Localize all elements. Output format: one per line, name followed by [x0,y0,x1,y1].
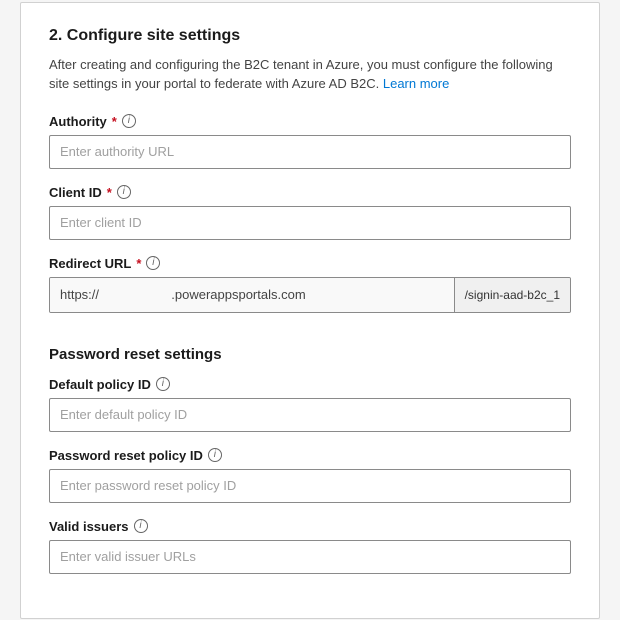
valid-issuers-label: Valid issuers i [49,519,571,534]
section-description: After creating and configuring the B2C t… [49,55,571,94]
learn-more-link[interactable]: Learn more [383,76,449,91]
client-id-input[interactable] [49,206,571,240]
authority-required-star: * [112,114,117,129]
password-reset-section-title: Password reset settings [49,346,571,363]
client-id-info-icon[interactable]: i [117,185,131,199]
authority-field-group: Authority * i [49,114,571,169]
redirect-url-suffix: /signin-aad-b2c_1 [454,278,570,312]
client-id-field-group: Client ID * i [49,185,571,240]
redirect-url-label: Redirect URL * i [49,256,571,271]
configure-site-settings-card: 2. Configure site settings After creatin… [20,2,600,619]
client-id-label: Client ID * i [49,185,571,200]
default-policy-id-field-group: Default policy ID i [49,377,571,432]
section-divider [49,329,571,330]
redirect-url-info-icon[interactable]: i [146,256,160,270]
password-reset-policy-id-field-group: Password reset policy ID i [49,448,571,503]
redirect-url-container: /signin-aad-b2c_1 [49,277,571,313]
authority-label: Authority * i [49,114,571,129]
authority-info-icon[interactable]: i [122,114,136,128]
default-policy-id-label: Default policy ID i [49,377,571,392]
password-reset-policy-id-input[interactable] [49,469,571,503]
default-policy-id-info-icon[interactable]: i [156,377,170,391]
valid-issuers-info-icon[interactable]: i [134,519,148,533]
redirect-url-required-star: * [136,256,141,271]
client-id-required-star: * [107,185,112,200]
valid-issuers-field-group: Valid issuers i [49,519,571,574]
redirect-url-input[interactable] [50,278,454,312]
authority-input[interactable] [49,135,571,169]
valid-issuers-input[interactable] [49,540,571,574]
default-policy-id-input[interactable] [49,398,571,432]
redirect-url-field-group: Redirect URL * i /signin-aad-b2c_1 [49,256,571,313]
password-reset-policy-id-label: Password reset policy ID i [49,448,571,463]
password-reset-policy-id-info-icon[interactable]: i [208,448,222,462]
section-title: 2. Configure site settings [49,27,571,45]
